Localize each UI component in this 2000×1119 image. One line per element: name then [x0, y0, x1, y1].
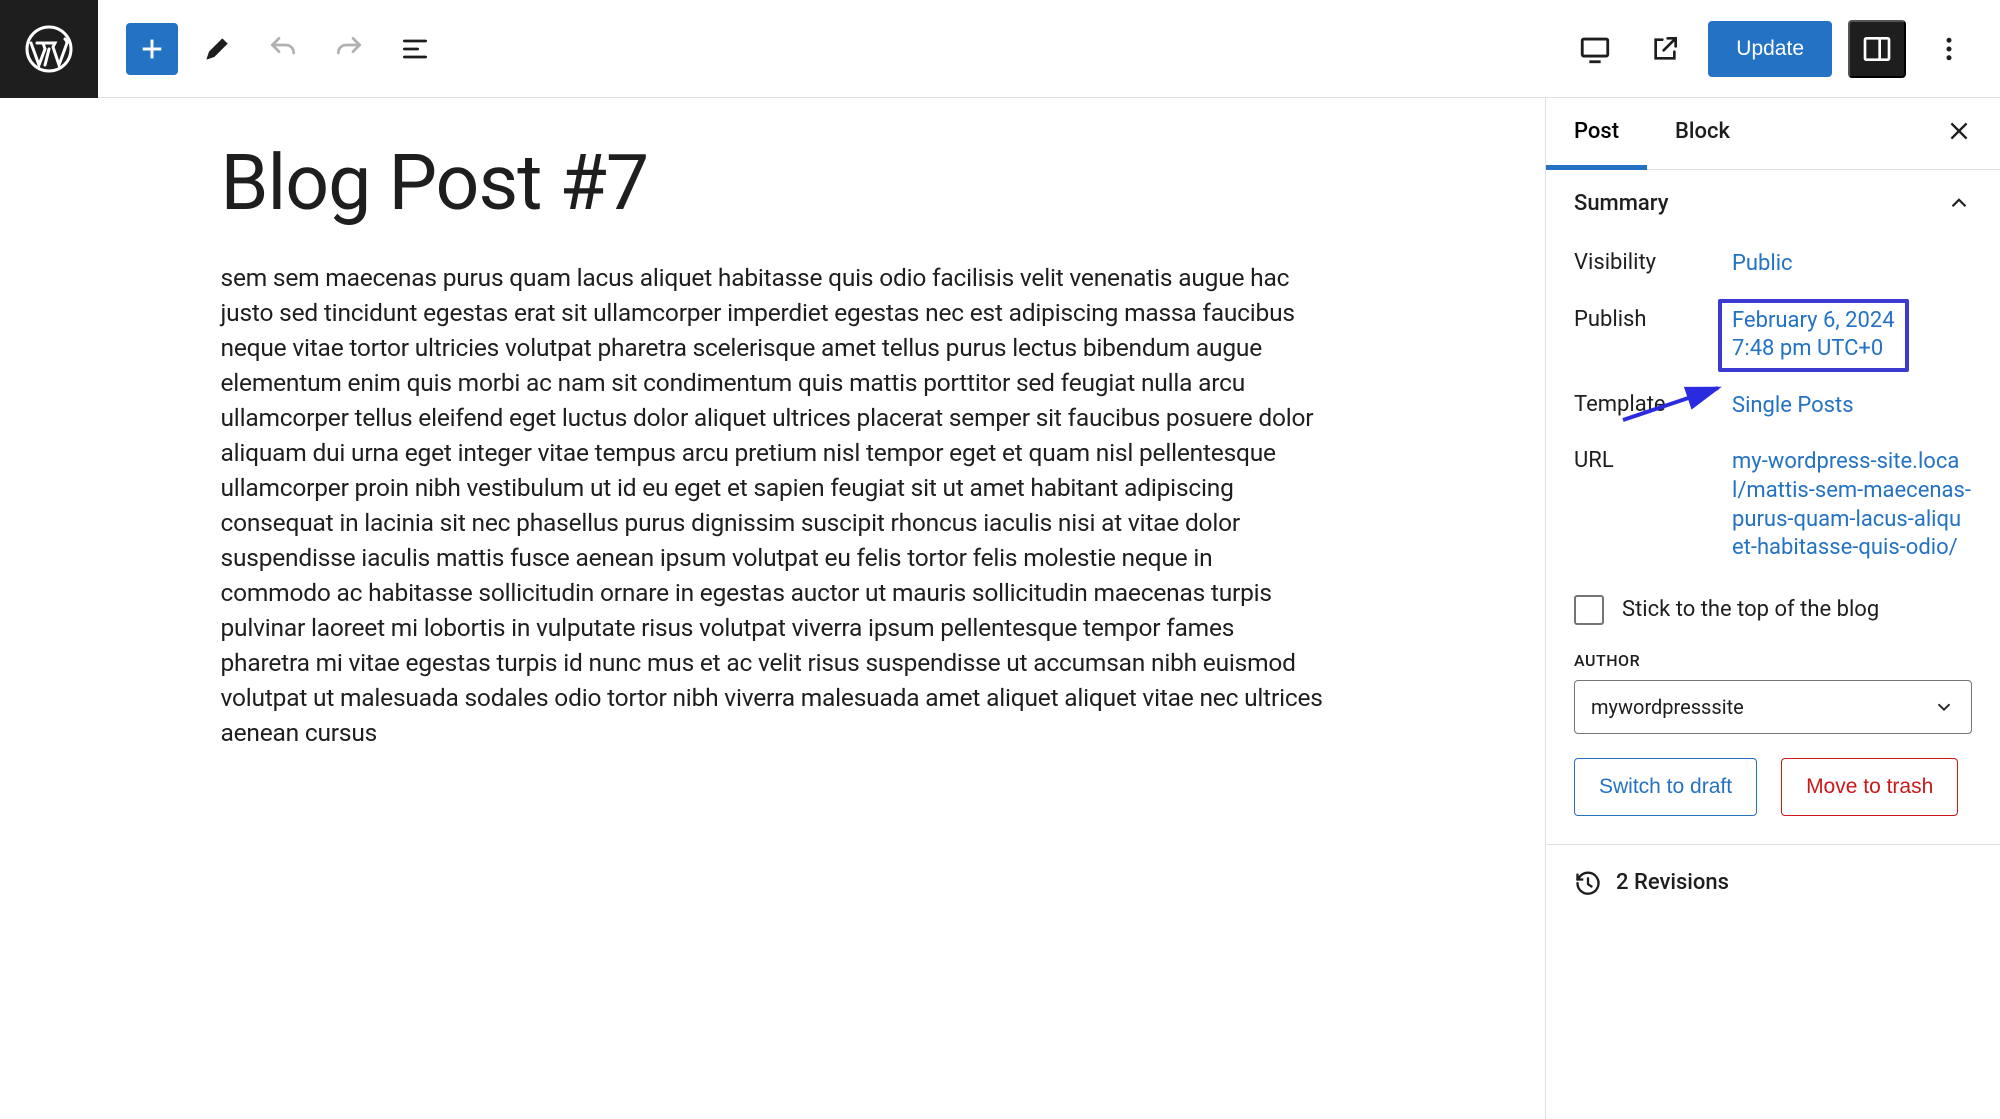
author-select[interactable]: mywordpresssite — [1574, 680, 1972, 734]
list-icon — [399, 33, 431, 65]
close-sidebar-button[interactable] — [1946, 118, 2000, 150]
view-button[interactable] — [1568, 22, 1622, 76]
toolbar-right: Update — [1568, 20, 2000, 78]
switch-to-draft-button[interactable]: Switch to draft — [1574, 758, 1757, 816]
options-button[interactable] — [1922, 22, 1976, 76]
redo-icon — [333, 33, 365, 65]
tools-button[interactable] — [190, 22, 244, 76]
update-button[interactable]: Update — [1708, 21, 1832, 77]
preview-button[interactable] — [1638, 22, 1692, 76]
url-value[interactable]: my-wordpress-site.local/mattis-sem-maece… — [1732, 448, 1972, 562]
editor-topbar: Update — [0, 0, 2000, 98]
sidebar-icon — [1861, 33, 1893, 65]
close-icon — [1946, 118, 1972, 144]
sidebar-toggle-button[interactable] — [1848, 20, 1906, 78]
summary-heading: Summary — [1574, 191, 1669, 216]
wordpress-icon — [25, 25, 73, 73]
desktop-icon — [1578, 32, 1612, 66]
visibility-row: Visibility Public — [1574, 236, 1972, 293]
editor-canvas[interactable]: Blog Post #7 sem sem maecenas purus quam… — [0, 98, 1545, 1119]
revisions-label: 2 Revisions — [1616, 870, 1729, 895]
main-layout: Blog Post #7 sem sem maecenas purus quam… — [0, 98, 2000, 1119]
template-row: Template Single Posts — [1574, 378, 1972, 435]
post-body[interactable]: sem sem maecenas purus quam lacus alique… — [221, 260, 1325, 750]
toolbar-left — [98, 22, 442, 76]
url-label: URL — [1574, 448, 1732, 473]
summary-header[interactable]: Summary — [1546, 170, 2000, 236]
chevron-down-icon — [1933, 696, 1955, 718]
more-vertical-icon — [1934, 34, 1964, 64]
plus-icon — [136, 33, 168, 65]
history-icon — [1574, 869, 1602, 897]
sticky-checkbox[interactable] — [1574, 595, 1604, 625]
post-actions: Switch to draft Move to trash — [1574, 734, 1972, 820]
publish-row: Publish February 6, 2024 7:48 pm UTC+0 — [1574, 293, 1972, 378]
chevron-up-icon — [1946, 190, 1972, 216]
summary-panel: Summary Visibility Public Publish Februa… — [1546, 170, 2000, 845]
template-label: Template — [1574, 392, 1732, 417]
undo-button[interactable] — [256, 22, 310, 76]
add-block-button[interactable] — [126, 23, 178, 75]
undo-icon — [267, 33, 299, 65]
template-value[interactable]: Single Posts — [1732, 392, 1854, 421]
url-row: URL my-wordpress-site.local/mattis-sem-m… — [1574, 434, 1972, 576]
author-value: mywordpresssite — [1591, 695, 1744, 719]
document-overview-button[interactable] — [388, 22, 442, 76]
publish-label: Publish — [1574, 307, 1732, 332]
tab-block[interactable]: Block — [1647, 98, 1758, 170]
publish-date: February 6, 2024 — [1732, 307, 1895, 336]
redo-button[interactable] — [322, 22, 376, 76]
pencil-icon — [201, 33, 233, 65]
visibility-value[interactable]: Public — [1732, 250, 1793, 279]
wordpress-logo[interactable] — [0, 0, 98, 98]
tab-post[interactable]: Post — [1546, 98, 1647, 170]
sticky-label: Stick to the top of the blog — [1622, 597, 1879, 622]
settings-sidebar: Post Block Summary Visibility Public Pub… — [1545, 98, 2000, 1119]
publish-time: 7:48 pm UTC+0 — [1732, 335, 1895, 364]
move-to-trash-button[interactable]: Move to trash — [1781, 758, 1958, 816]
post-title[interactable]: Blog Post #7 — [221, 138, 1325, 228]
sidebar-tabs: Post Block — [1546, 98, 2000, 170]
sticky-row[interactable]: Stick to the top of the blog — [1574, 577, 1972, 637]
external-link-icon — [1649, 33, 1681, 65]
visibility-label: Visibility — [1574, 250, 1732, 275]
publish-value[interactable]: February 6, 2024 7:48 pm UTC+0 — [1718, 299, 1909, 372]
author-heading: AUTHOR — [1574, 637, 1972, 680]
revisions-row[interactable]: 2 Revisions — [1546, 845, 2000, 921]
